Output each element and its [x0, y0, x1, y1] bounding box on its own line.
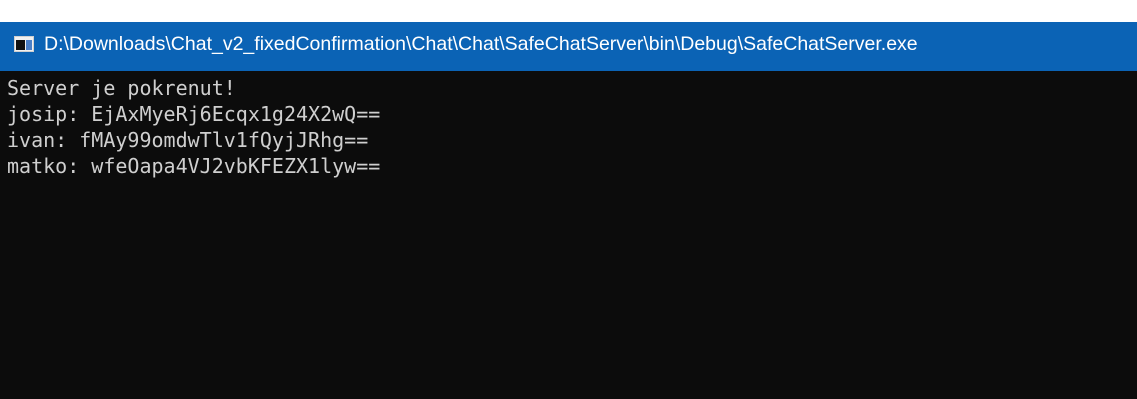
console-line-server-status: Server je pokrenut! — [7, 76, 236, 100]
console-window: D:\Downloads\Chat_v2_fixedConfirmation\C… — [0, 0, 1137, 399]
window-title: D:\Downloads\Chat_v2_fixedConfirmation\C… — [44, 33, 918, 55]
console-line-matko: matko: wfeOapa4VJ2vbKFEZX1lyw== — [7, 154, 381, 178]
console-output[interactable]: Server je pokrenut! josip: EjAxMyeRj6Ecq… — [0, 71, 1137, 399]
title-bar[interactable]: D:\Downloads\Chat_v2_fixedConfirmation\C… — [0, 22, 1137, 71]
console-line-josip: josip: EjAxMyeRj6Ecqx1g24X2wQ== — [7, 102, 381, 126]
console-line-ivan: ivan: fMAy99omdwTlv1fQyjJRhg== — [7, 128, 369, 152]
title-bar-area: D:\Downloads\Chat_v2_fixedConfirmation\C… — [0, 0, 1137, 71]
console-window-icon[interactable] — [14, 36, 34, 52]
